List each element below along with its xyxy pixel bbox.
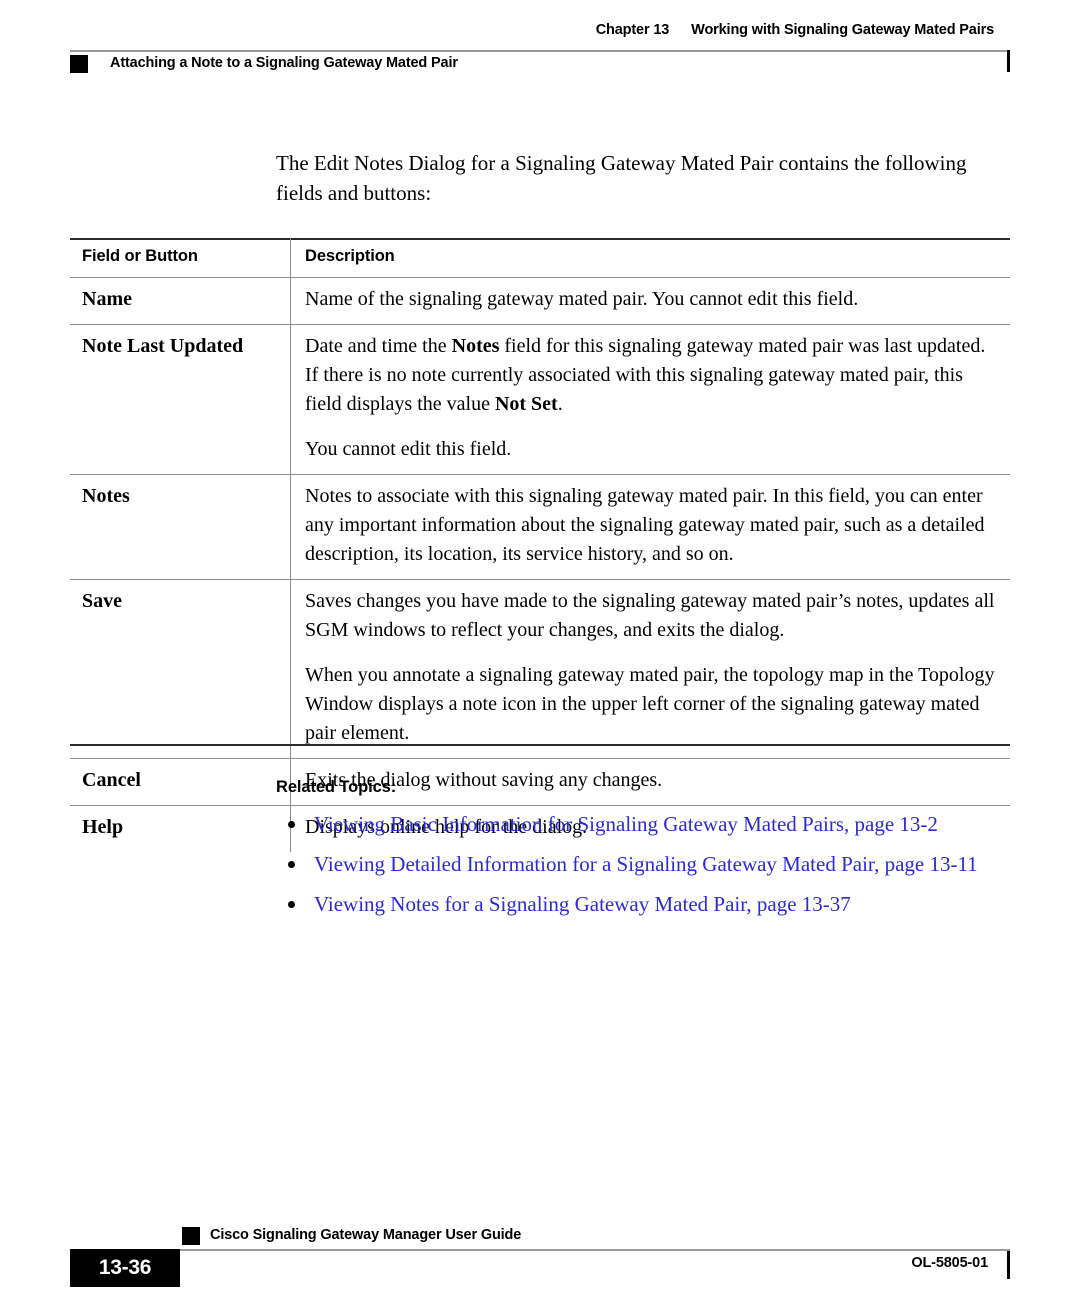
intro-paragraph: The Edit Notes Dialog for a Signaling Ga… — [276, 151, 967, 205]
inline-bold: Not Set — [494, 393, 558, 415]
row-desc-notes: Notes to associate with this signaling g… — [305, 482, 1002, 569]
footer-divider — [70, 1249, 1010, 1251]
table-row: Name Name of the signaling gateway mated… — [70, 277, 1010, 325]
fields-and-buttons-table: Field or Button Description Name Name of… — [70, 238, 1010, 852]
list-item: Viewing Basic Information for Signaling … — [276, 809, 1011, 840]
header-chapter-line: Chapter 13 Working with Signaling Gateway… — [596, 22, 994, 38]
row-label-notes: Notes — [82, 485, 130, 507]
related-topics-heading: Related Topics: — [276, 778, 397, 796]
table-row: Note Last Updated Date and time the Note… — [70, 324, 1010, 475]
header-square-bullet-icon — [70, 55, 88, 73]
related-topics-list: Viewing Basic Information for Signaling … — [276, 809, 1011, 920]
row-desc-paragraph: Saves changes you have made to the signa… — [305, 590, 995, 641]
inline-bold: Notes — [451, 335, 500, 357]
table-header-description: Description — [305, 247, 395, 265]
related-topic-link[interactable]: Viewing Notes for a Signaling Gateway Ma… — [314, 892, 851, 916]
row-label-cancel: Cancel — [82, 769, 141, 791]
row-desc-paragraph: Notes to associate with this signaling g… — [305, 485, 985, 565]
table-row: Notes Notes to associate with this signa… — [70, 474, 1010, 580]
row-label-help: Help — [82, 816, 124, 838]
row-desc-name: Name of the signaling gateway mated pair… — [305, 285, 1002, 314]
bullet-dot-icon — [288, 821, 295, 828]
page-header: Chapter 13 Working with Signaling Gateway… — [70, 22, 1010, 82]
change-bar-top — [1007, 50, 1010, 72]
bullet-dot-icon — [288, 861, 295, 868]
table-bottom-border — [70, 744, 1010, 746]
row-desc-note-last-updated: Date and time the Notes field for this s… — [305, 332, 1002, 464]
row-desc-paragraph: You cannot edit this field. — [305, 438, 512, 460]
related-topic-link[interactable]: Viewing Detailed Information for a Signa… — [314, 852, 978, 876]
table-header-row: Field or Button Description — [70, 238, 1010, 278]
footer-guide-title: Cisco Signaling Gateway Manager User Gui… — [210, 1227, 522, 1243]
table-row: Save Saves changes you have made to the … — [70, 579, 1010, 759]
list-item: Viewing Notes for a Signaling Gateway Ma… — [276, 889, 1011, 920]
footer-page-number: 13-36 — [70, 1249, 180, 1287]
table-header-field-or-button: Field or Button — [70, 238, 291, 278]
related-topics-section: Related Topics: Viewing Basic Informatio… — [276, 778, 1011, 929]
header-running-head: Attaching a Note to a Signaling Gateway … — [110, 55, 458, 71]
footer-square-bullet-icon — [182, 1227, 200, 1245]
row-desc-paragraph: Date and time the Notes field for this s… — [305, 335, 986, 415]
header-divider — [70, 50, 1010, 52]
row-label-save: Save — [82, 590, 122, 612]
header-chapter-title: Working with Signaling Gateway Mated Pai… — [691, 22, 994, 38]
row-desc-paragraph: When you annotate a signaling gateway ma… — [305, 664, 995, 744]
row-desc-save: Saves changes you have made to the signa… — [305, 587, 1002, 748]
page-footer: Cisco Signaling Gateway Manager User Gui… — [70, 1222, 1010, 1292]
row-label-note-last-updated: Note Last Updated — [82, 335, 244, 357]
related-topic-link[interactable]: Viewing Basic Information for Signaling … — [314, 812, 938, 836]
header-chapter-label: Chapter 13 — [595, 22, 670, 38]
bullet-dot-icon — [288, 901, 295, 908]
row-desc-paragraph: Name of the signaling gateway mated pair… — [305, 288, 859, 310]
row-label-name: Name — [82, 288, 132, 310]
footer-document-id: OL-5805-01 — [911, 1255, 988, 1271]
list-item: Viewing Detailed Information for a Signa… — [276, 849, 1011, 880]
document-page: Chapter 13 Working with Signaling Gateway… — [0, 0, 1080, 1311]
change-bar-bottom — [1007, 1251, 1010, 1279]
